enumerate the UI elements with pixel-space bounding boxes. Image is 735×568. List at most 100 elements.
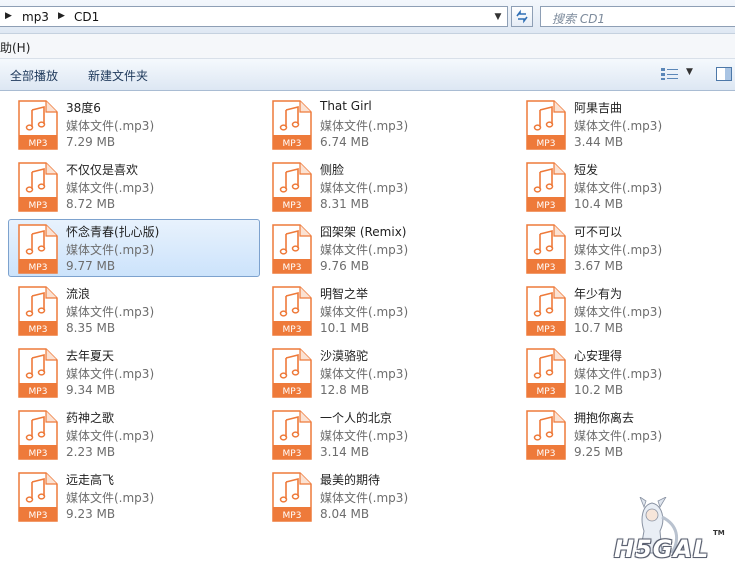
file-name: 沙漠骆驼 [320,349,369,363]
file-tile[interactable]: MP3 阿果吉曲 媒体文件(.mp3) 3.44 MB [516,95,735,153]
file-size: 9.34 MB [66,383,116,397]
file-tile[interactable]: MP3 去年夏天 媒体文件(.mp3) 9.34 MB [8,343,260,401]
file-tile[interactable]: MP3 心安理得 媒体文件(.mp3) 10.2 MB [516,343,735,401]
file-badge: MP3 [29,449,48,459]
music-file-icon: MP3 [526,410,566,460]
file-tile[interactable]: MP3 可不可以 媒体文件(.mp3) 3.67 MB [516,219,735,277]
file-name: 年少有为 [574,287,623,301]
file-tile[interactable]: MP3 囧架架 (Remix) 媒体文件(.mp3) 9.76 MB [262,219,514,277]
file-size: 8.72 MB [66,197,116,211]
file-type: 媒体文件(.mp3) [66,305,155,319]
file-name: 侧脸 [320,163,345,177]
file-badge: MP3 [537,387,556,397]
file-name: 不仅仅是喜欢 [66,163,139,177]
file-tile[interactable]: MP3 侧脸 媒体文件(.mp3) 8.31 MB [262,157,514,215]
file-tile[interactable]: MP3 明智之举 媒体文件(.mp3) 10.1 MB [262,281,514,339]
file-badge: MP3 [29,139,48,149]
file-badge: MP3 [283,325,302,335]
file-size: 10.2 MB [574,383,624,397]
file-tile[interactable]: MP3 年少有为 媒体文件(.mp3) 10.7 MB [516,281,735,339]
file-tile[interactable]: MP3 远走高飞 媒体文件(.mp3) 9.23 MB [8,467,260,525]
file-badge: MP3 [537,325,556,335]
file-badge: MP3 [29,511,48,521]
view-options-icon[interactable] [660,67,680,81]
file-type: 媒体文件(.mp3) [66,181,155,195]
music-file-icon: MP3 [272,348,312,398]
file-name: 远走高飞 [66,473,115,487]
file-badge: MP3 [29,263,48,273]
file-tile[interactable]: MP3 流浪 媒体文件(.mp3) 8.35 MB [8,281,260,339]
file-tile[interactable]: MP3 怀念青春(扎心版) 媒体文件(.mp3) 9.77 MB [8,219,260,277]
music-file-icon: MP3 [18,224,58,274]
file-type: 媒体文件(.mp3) [66,243,155,257]
file-name: 一个人的北京 [320,411,393,425]
file-size: 3.67 MB [574,259,624,273]
menu-help[interactable]: 助(H) [0,39,30,56]
file-name: 心安理得 [574,349,623,363]
file-tile[interactable]: MP3 药神之歌媒体文件(.mp3) 2.23 MB [8,405,260,463]
watermark-text: H5GAL [614,535,710,563]
music-file-icon: MP3 [526,100,566,150]
chevron-down-icon[interactable]: ▼ [491,10,505,24]
file-tile[interactable]: MP3 一个人的北京 媒体文件(.mp3) 3.14 MB [262,405,514,463]
file-tile[interactable]: MP3 沙漠骆驼 媒体文件(.mp3) 12.8 MB [262,343,514,401]
music-file-icon: MP3 [272,224,312,274]
file-type: 媒体文件(.mp3) [574,305,663,319]
file-name: 药神之歌 [66,411,115,425]
file-size: 3.44 MB [574,135,624,149]
file-type: 媒体文件(.mp3) [574,429,663,443]
menu-bar: 助(H) [0,34,735,59]
file-badge: MP3 [537,139,556,149]
file-type: 媒体文件(.mp3) [66,119,155,133]
file-type: 媒体文件(.mp3) [574,243,663,257]
music-file-icon: MP3 [272,162,312,212]
file-size: 3.14 MB [320,445,370,459]
file-size: 8.04 MB [320,507,370,521]
file-badge: MP3 [283,201,302,211]
breadcrumb-mp3[interactable]: mp3 [22,10,49,24]
file-badge: MP3 [283,139,302,149]
file-size: 9.77 MB [66,259,116,273]
file-size: 8.31 MB [320,197,370,211]
music-file-icon: MP3 [272,100,312,150]
preview-pane-icon[interactable] [716,67,732,81]
file-name: 去年夏天 [66,349,115,363]
file-tile[interactable]: MP3 That Girl 媒体文件(.mp3) 6.74 MB [262,95,514,153]
file-size: 9.76 MB [320,259,370,273]
file-tile[interactable]: MP3 最美的期待 媒体文件(.mp3) 8.04 MB [262,467,514,525]
address-field[interactable]: ▶ mp3 ▶ CD1 ▼ [0,6,508,27]
music-file-icon: MP3 [18,286,58,336]
music-file-icon: MP3 [526,162,566,212]
music-file-icon: MP3 [18,472,58,522]
command-bar: 全部播放 新建文件夹 ▼ [0,59,735,91]
music-file-icon: MP3 [18,162,58,212]
file-size: 9.25 MB [574,445,624,459]
file-type: 媒体文件(.mp3) [320,305,409,319]
file-type: 媒体文件(.mp3) [66,429,155,443]
breadcrumb-arrow-icon[interactable]: ▶ [58,11,65,21]
file-name: 短发 [574,163,599,177]
breadcrumb-arrow-icon[interactable]: ▶ [5,11,12,21]
view-chevron-down-icon[interactable]: ▼ [686,67,693,77]
play-all-button[interactable]: 全部播放 [10,67,58,84]
file-size: 12.8 MB [320,383,370,397]
file-name: 怀念青春(扎心版) [66,225,160,239]
file-size: 2.23 MB [66,445,116,459]
file-badge: MP3 [283,449,302,459]
file-type: 媒体文件(.mp3) [574,119,663,133]
file-tile[interactable]: MP3 拥抱你离去 媒体文件(.mp3) 9.25 MB [516,405,735,463]
file-type: 媒体文件(.mp3) [66,491,155,505]
file-badge: MP3 [29,325,48,335]
file-tile[interactable]: MP3 不仅仅是喜欢媒体文件(.mp3) 8.72 MB [8,157,260,215]
search-placeholder: 搜索 CD1 [552,12,606,26]
watermark-tm: TM [713,529,725,537]
file-tile[interactable]: MP3 短发 媒体文件(.mp3) 10.4 MB [516,157,735,215]
refresh-button[interactable] [511,6,533,27]
file-name: 最美的期待 [320,473,381,487]
file-size: 10.1 MB [320,321,370,335]
search-input[interactable]: 搜索 CD1 [540,6,735,27]
file-name: 可不可以 [574,225,623,239]
breadcrumb-cd1[interactable]: CD1 [74,10,99,24]
file-tile[interactable]: MP3 38度6 媒体文件(.mp3) 7.29 MB [8,95,260,153]
new-folder-button[interactable]: 新建文件夹 [88,67,148,84]
